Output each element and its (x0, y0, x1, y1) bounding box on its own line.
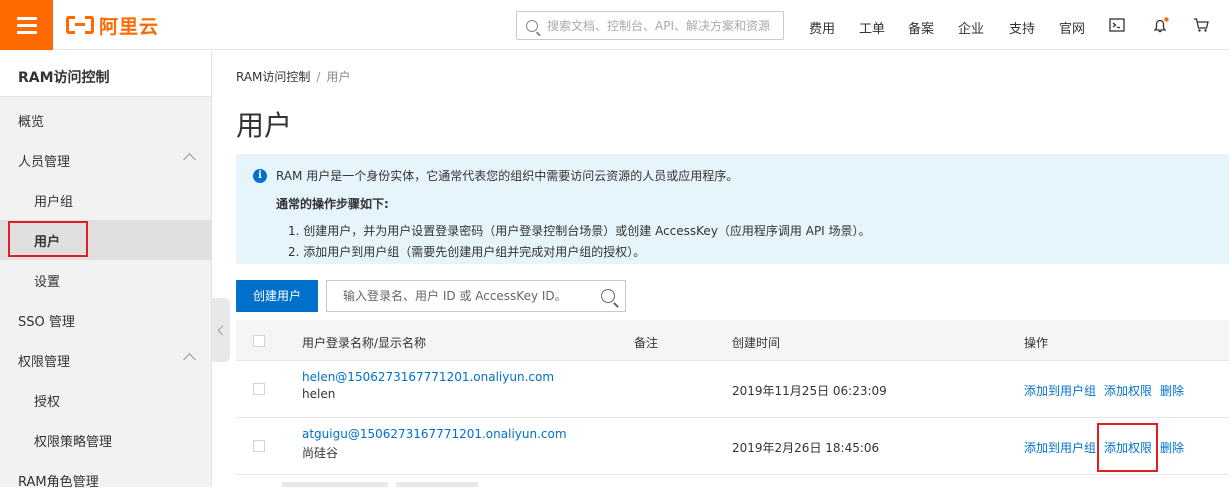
sidebar-item-policies[interactable]: 权限策略管理 (0, 420, 212, 460)
add-permission-link[interactable]: 添加权限 (1104, 384, 1152, 398)
row-checkbox[interactable] (253, 440, 265, 452)
nav-enterprise[interactable]: 企业 (958, 18, 984, 37)
user-search[interactable] (326, 280, 626, 312)
breadcrumb-separator: / (316, 70, 321, 84)
nav-official-site[interactable]: 官网 (1059, 18, 1085, 37)
sidebar-item-label: 用户组 (34, 195, 74, 210)
info-step-2: 2. 添加用户到用户组（需要先创建用户组并完成对用户组的授权）。 (288, 245, 646, 259)
logo-text: 阿里云 (99, 15, 160, 38)
global-search-input[interactable] (547, 18, 777, 33)
add-to-group-link[interactable]: 添加到用户组 (1024, 441, 1096, 455)
user-display-name: helen (302, 387, 336, 401)
breadcrumb-current: 用户 (326, 70, 351, 84)
row-actions: 添加到用户组 添加权限 删除 (1024, 382, 1192, 399)
column-header-created: 创建时间 (732, 336, 781, 350)
pagination-control[interactable] (282, 482, 388, 487)
sidebar-item-label: 人员管理 (18, 155, 71, 170)
user-search-input[interactable] (343, 289, 593, 303)
breadcrumb: RAM访问控制 / 用户 (236, 68, 350, 85)
info-intro: RAM 用户是一个身份实体，它通常代表您的组织中需要访问云资源的人员或应用程序。 (276, 169, 739, 183)
sidebar-item-label: 概览 (18, 115, 45, 130)
column-header-login-name: 用户登录名称/显示名称 (302, 336, 427, 350)
created-time: 2019年11月25日 06:23:09 (732, 384, 887, 398)
select-all-checkbox[interactable] (253, 335, 265, 347)
nav-icp[interactable]: 备案 (908, 18, 934, 37)
sidebar-item-label: 授权 (34, 395, 61, 410)
sidebar-item-people-management[interactable]: 人员管理 (0, 140, 212, 180)
chevron-up-icon (183, 153, 196, 166)
user-login-link[interactable]: atguigu@1506273167771201.onaliyun.com (302, 427, 567, 441)
info-heading: 通常的操作步骤如下: (276, 197, 389, 211)
sidebar: RAM访问控制 概览 人员管理 用户组 用户 设置 SSO 管理 权限管理 授权… (0, 51, 212, 490)
search-icon[interactable] (601, 289, 615, 303)
add-to-group-link[interactable]: 添加到用户组 (1024, 384, 1096, 398)
sidebar-item-settings[interactable]: 设置 (0, 260, 212, 300)
column-header-actions: 操作 (1024, 336, 1049, 350)
aliyun-logo-icon (66, 16, 94, 34)
created-time: 2019年2月26日 18:45:06 (732, 441, 880, 455)
table-header: 用户登录名称/显示名称 备注 创建时间 操作 (236, 320, 1229, 361)
search-icon (526, 19, 538, 32)
sidebar-title: RAM访问控制 (0, 51, 211, 97)
sidebar-item-ram-roles[interactable]: RAM角色管理 (0, 460, 212, 500)
page-title: 用户 (236, 109, 293, 142)
sidebar-item-label: 权限管理 (18, 355, 71, 370)
cart-icon[interactable] (1193, 17, 1210, 36)
breadcrumb-parent[interactable]: RAM访问控制 (236, 70, 310, 84)
row-checkbox[interactable] (253, 383, 265, 395)
pagination-control[interactable] (396, 482, 478, 487)
delete-link[interactable]: 删除 (1160, 384, 1184, 398)
sidebar-item-groups[interactable]: 用户组 (0, 180, 212, 220)
users-table: 用户登录名称/显示名称 备注 创建时间 操作 helen@15062731677… (236, 320, 1229, 475)
sidebar-item-permission-management[interactable]: 权限管理 (0, 340, 212, 380)
sidebar-item-label: SSO 管理 (18, 315, 75, 330)
info-icon: i (253, 169, 267, 183)
user-login-link[interactable]: helen@1506273167771201.onaliyun.com (302, 370, 554, 384)
sidebar-item-sso[interactable]: SSO 管理 (0, 300, 212, 340)
nav-tickets[interactable]: 工单 (859, 18, 885, 37)
highlight-box (8, 221, 88, 257)
terminal-icon[interactable] (1109, 17, 1125, 36)
sidebar-item-label: 设置 (34, 275, 61, 290)
menu-icon[interactable] (0, 0, 53, 50)
top-bar: 阿里云 费用 工单 备案 企业 支持 官网 (0, 0, 1229, 50)
chevron-up-icon (183, 353, 196, 366)
sidebar-item-label: RAM角色管理 (18, 475, 99, 490)
sidebar-item-grants[interactable]: 授权 (0, 380, 212, 420)
delete-link[interactable]: 删除 (1160, 441, 1184, 455)
column-header-note: 备注 (634, 336, 659, 350)
chevron-left-icon (217, 325, 228, 335)
table-row: atguigu@1506273167771201.onaliyun.com 尚硅… (236, 418, 1229, 475)
bell-icon[interactable] (1152, 17, 1170, 37)
info-notice: i RAM 用户是一个身份实体，它通常代表您的组织中需要访问云资源的人员或应用程… (236, 154, 1229, 264)
sidebar-collapse-toggle[interactable] (212, 298, 230, 362)
create-user-button[interactable]: 创建用户 (236, 280, 318, 312)
sidebar-item-overview[interactable]: 概览 (0, 100, 212, 140)
user-display-name: 尚硅谷 (302, 446, 339, 460)
sidebar-item-label: 权限策略管理 (34, 435, 113, 450)
highlight-box (1097, 423, 1158, 472)
aliyun-logo[interactable]: 阿里云 (66, 13, 160, 38)
nav-support[interactable]: 支持 (1009, 18, 1035, 37)
table-row: helen@1506273167771201.onaliyun.com hele… (236, 361, 1229, 418)
info-step-1: 1. 创建用户，并为用户设置登录密码（用户登录控制台场景）或创建 AccessK… (288, 224, 871, 238)
global-search[interactable] (516, 11, 784, 40)
nav-fees[interactable]: 费用 (809, 18, 835, 37)
